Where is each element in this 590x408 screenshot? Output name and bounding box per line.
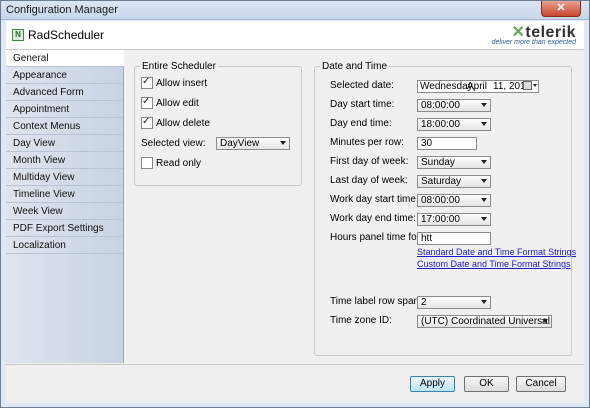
allow-edit-check-icon	[141, 95, 153, 110]
telerik-tagline: deliver more than expected	[491, 39, 576, 46]
day-start-time-label: Day start time:	[330, 99, 395, 110]
time-label-row-span-label: Time label row span:	[330, 296, 422, 307]
allow-insert-checkbox[interactable]: Allow insert	[141, 75, 208, 91]
chevron-down-icon	[481, 103, 487, 107]
custom-format-strings-link[interactable]: Custom Date and Time Format Strings	[417, 259, 571, 269]
title-bar[interactable]: Configuration Manager ✕	[1, 1, 589, 20]
day-start-time-value: 08:00:00	[421, 100, 460, 111]
last-day-of-week-value: Saturday	[421, 176, 462, 187]
time-label-row-span-value: 2	[421, 297, 427, 308]
read-only-label: Read only	[156, 158, 202, 169]
work-day-start-time-label: Work day start time:	[330, 194, 419, 205]
work-day-end-time-label: Work day end time:	[330, 213, 416, 224]
sidebar-item-advanced-form[interactable]: Advanced Form	[6, 84, 123, 101]
sidebar-item-month-view[interactable]: Month View	[6, 152, 123, 169]
work-day-start-time-dropdown[interactable]: 08:00:00	[417, 194, 491, 207]
sidebar-item-context-menus[interactable]: Context Menus	[6, 118, 123, 135]
settings-sidebar: General Appearance Advanced Form Appoint…	[6, 50, 124, 363]
day-end-time-dropdown[interactable]: 18:00:00	[417, 118, 491, 131]
sidebar-item-appointment[interactable]: Appointment	[6, 101, 123, 118]
sidebar-item-multiday-view[interactable]: Multiday View	[6, 169, 123, 186]
time-zone-id-dropdown[interactable]: (UTC) Coordinated Universal Time	[417, 315, 552, 328]
work-day-start-time-value: 08:00:00	[421, 195, 460, 206]
selected-view-label: Selected view:	[141, 138, 206, 149]
time-zone-id-label: Time zone ID:	[330, 315, 392, 326]
configuration-manager-window: Configuration Manager ✕ N RadScheduler ✕…	[0, 0, 590, 408]
sidebar-item-general[interactable]: General	[6, 50, 124, 67]
chevron-down-icon	[542, 319, 548, 323]
apply-button[interactable]: Apply	[410, 376, 455, 392]
day-end-time-value: 18:00:00	[421, 119, 460, 130]
allow-edit-checkbox[interactable]: Allow edit	[141, 95, 199, 111]
calendar-icon	[523, 81, 532, 90]
day-start-time-dropdown[interactable]: 08:00:00	[417, 99, 491, 112]
date-and-time-group: Date and Time Selected date: Wednesday, …	[314, 61, 576, 356]
sidebar-item-pdf-export-settings[interactable]: PDF Export Settings	[6, 220, 123, 237]
selected-date-month: April	[467, 81, 488, 92]
allow-insert-check-icon	[141, 75, 153, 90]
read-only-checkbox[interactable]: Read only	[141, 157, 201, 171]
sidebar-item-timeline-view[interactable]: Timeline View	[6, 186, 123, 203]
client-area: N RadScheduler ✕telerik deliver more tha…	[6, 21, 584, 403]
first-day-of-week-dropdown[interactable]: Sunday	[417, 156, 491, 169]
last-day-of-week-label: Last day of week:	[330, 175, 408, 186]
sidebar-item-day-view[interactable]: Day View	[6, 135, 123, 152]
allow-edit-label: Allow edit	[156, 98, 199, 109]
entire-scheduler-group: Entire Scheduler Allow insert Allow edit…	[134, 61, 302, 186]
chevron-down-icon	[533, 84, 537, 87]
work-day-end-time-value: 17:00:00	[421, 214, 460, 225]
chevron-down-icon	[481, 122, 487, 126]
time-label-row-span-dropdown[interactable]: 2	[417, 296, 491, 309]
general-settings-panel: Entire Scheduler Allow insert Allow edit…	[124, 50, 584, 363]
minutes-per-row-label: Minutes per row:	[330, 137, 404, 148]
window-title: Configuration Manager	[6, 4, 118, 16]
telerik-logo: ✕telerik deliver more than expected	[476, 22, 576, 47]
standard-format-strings-link[interactable]: Standard Date and Time Format Strings	[417, 247, 576, 257]
first-day-of-week-label: First day of week:	[330, 156, 409, 167]
allow-delete-label: Allow delete	[156, 118, 210, 129]
chevron-down-icon	[481, 160, 487, 164]
hours-panel-time-format-input[interactable]: htt	[417, 232, 491, 245]
footer-divider	[6, 364, 584, 365]
sidebar-item-localization[interactable]: Localization	[6, 237, 123, 254]
minutes-per-row-input[interactable]: 30	[417, 137, 477, 150]
chevron-down-icon	[280, 141, 286, 145]
app-header: N RadScheduler ✕telerik deliver more tha…	[6, 21, 584, 50]
chevron-down-icon	[481, 217, 487, 221]
last-day-of-week-dropdown[interactable]: Saturday	[417, 175, 491, 188]
calendar-dropdown-button[interactable]	[523, 81, 537, 91]
selected-view-dropdown[interactable]: DayView	[216, 137, 290, 150]
date-and-time-title: Date and Time	[320, 61, 390, 72]
first-day-of-week-value: Sunday	[421, 157, 455, 168]
allow-insert-label: Allow insert	[156, 78, 208, 89]
selected-date-picker[interactable]: Wednesday, April 11, 2012	[417, 80, 539, 93]
chevron-down-icon	[481, 198, 487, 202]
day-end-time-label: Day end time:	[330, 118, 392, 129]
read-only-check-icon	[141, 157, 153, 170]
allow-delete-check-icon	[141, 115, 153, 130]
ok-button[interactable]: OK	[464, 376, 509, 392]
app-name: RadScheduler	[28, 28, 105, 42]
chevron-down-icon	[481, 179, 487, 183]
entire-scheduler-title: Entire Scheduler	[140, 61, 218, 72]
cancel-button[interactable]: Cancel	[516, 376, 566, 392]
radscheduler-icon: N	[12, 29, 24, 41]
sidebar-item-week-view[interactable]: Week View	[6, 203, 123, 220]
time-zone-id-value: (UTC) Coordinated Universal Time	[421, 316, 551, 327]
close-button[interactable]: ✕	[541, 1, 581, 17]
selected-date-label: Selected date:	[330, 80, 394, 91]
selected-view-value: DayView	[220, 138, 260, 149]
allow-delete-checkbox[interactable]: Allow delete	[141, 115, 210, 131]
work-day-end-time-dropdown[interactable]: 17:00:00	[417, 213, 491, 226]
sidebar-item-appearance[interactable]: Appearance	[6, 67, 123, 84]
chevron-down-icon	[481, 300, 487, 304]
